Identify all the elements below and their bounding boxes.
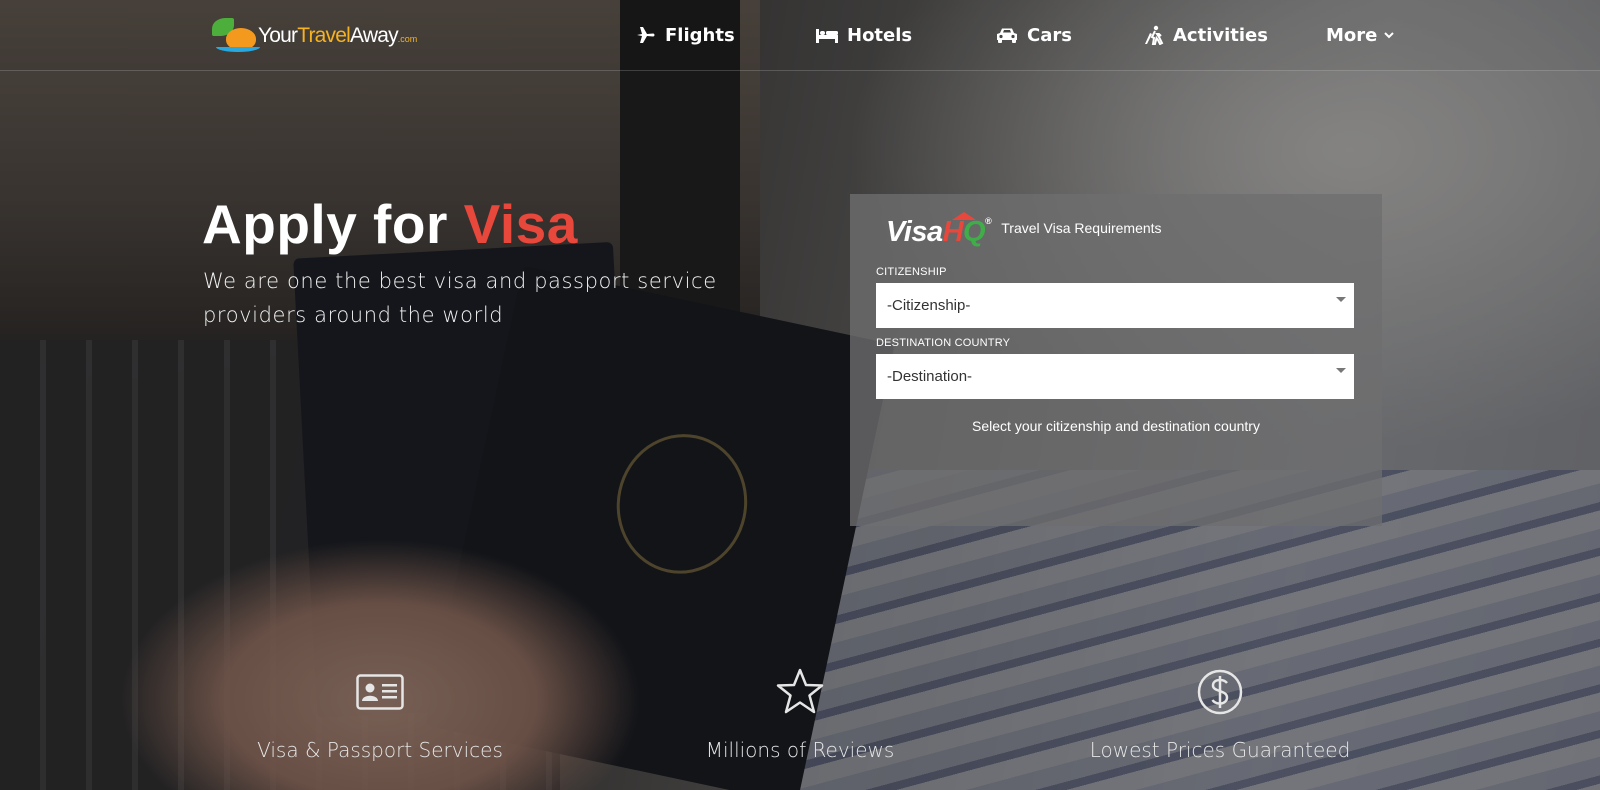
nav-cars[interactable]: Cars bbox=[996, 22, 1072, 48]
citizenship-select[interactable]: -Citizenship- bbox=[876, 283, 1354, 328]
citizenship-select-value: -Citizenship- bbox=[887, 297, 971, 314]
visa-panel-header: VisaHQ® Travel Visa Requirements bbox=[886, 212, 1162, 249]
visa-panel-heading: Travel Visa Requirements bbox=[1001, 219, 1162, 236]
citizenship-label: CITIZENSHIP bbox=[876, 266, 947, 278]
site-header: YourTravelAway.com Flights Hotels Cars A… bbox=[0, 0, 1600, 71]
feature-label: Lowest Prices Guaranteed bbox=[1089, 738, 1351, 762]
dollar-circle-icon bbox=[1197, 669, 1243, 715]
feature-label: Visa & Passport Services bbox=[257, 738, 503, 762]
destination-select-value: -Destination- bbox=[887, 368, 973, 385]
nav-activities[interactable]: Activities bbox=[1144, 22, 1268, 48]
dropdown-caret-icon bbox=[1336, 368, 1346, 373]
nav-activities-label: Activities bbox=[1173, 24, 1268, 46]
bed-icon bbox=[816, 29, 838, 43]
visahq-logo: VisaHQ® bbox=[886, 212, 992, 249]
nav-hotels-label: Hotels bbox=[847, 24, 913, 46]
nav-flights-label: Flights bbox=[665, 24, 735, 46]
airplane-icon bbox=[637, 27, 655, 43]
visa-requirements-panel: VisaHQ® Travel Visa Requirements CITIZEN… bbox=[850, 194, 1382, 526]
nav-more-label: More bbox=[1326, 24, 1378, 46]
feature-lowest-prices: Lowest Prices Guaranteed bbox=[1070, 666, 1370, 762]
destination-label: DESTINATION COUNTRY bbox=[876, 337, 1011, 349]
star-icon bbox=[776, 668, 824, 714]
logo-text: YourTravelAway.com bbox=[258, 24, 418, 47]
page-title: Apply for Visa bbox=[202, 193, 578, 255]
nav-more-dropdown[interactable]: More bbox=[1326, 22, 1395, 48]
destination-select[interactable]: -Destination- bbox=[876, 354, 1354, 399]
visa-help-text: Select your citizenship and destination … bbox=[972, 418, 1260, 434]
feature-reviews: Millions of Reviews bbox=[650, 666, 950, 762]
hero-subtitle: We are one the best visa and passport se… bbox=[203, 269, 717, 327]
feature-label: Millions of Reviews bbox=[705, 738, 895, 762]
chevron-down-icon bbox=[1384, 31, 1395, 38]
id-card-icon bbox=[356, 674, 404, 710]
feature-visa-passport: Visa & Passport Services bbox=[230, 666, 530, 762]
nav-cars-label: Cars bbox=[1027, 24, 1072, 46]
hiker-icon bbox=[1145, 25, 1164, 45]
palm-sun-logo-icon bbox=[208, 16, 260, 56]
nav-hotels[interactable]: Hotels bbox=[816, 22, 912, 48]
car-icon bbox=[997, 28, 1017, 43]
nav-flights[interactable]: Flights bbox=[636, 22, 735, 48]
dropdown-caret-icon bbox=[1336, 297, 1346, 302]
site-logo[interactable]: YourTravelAway.com bbox=[208, 16, 417, 56]
